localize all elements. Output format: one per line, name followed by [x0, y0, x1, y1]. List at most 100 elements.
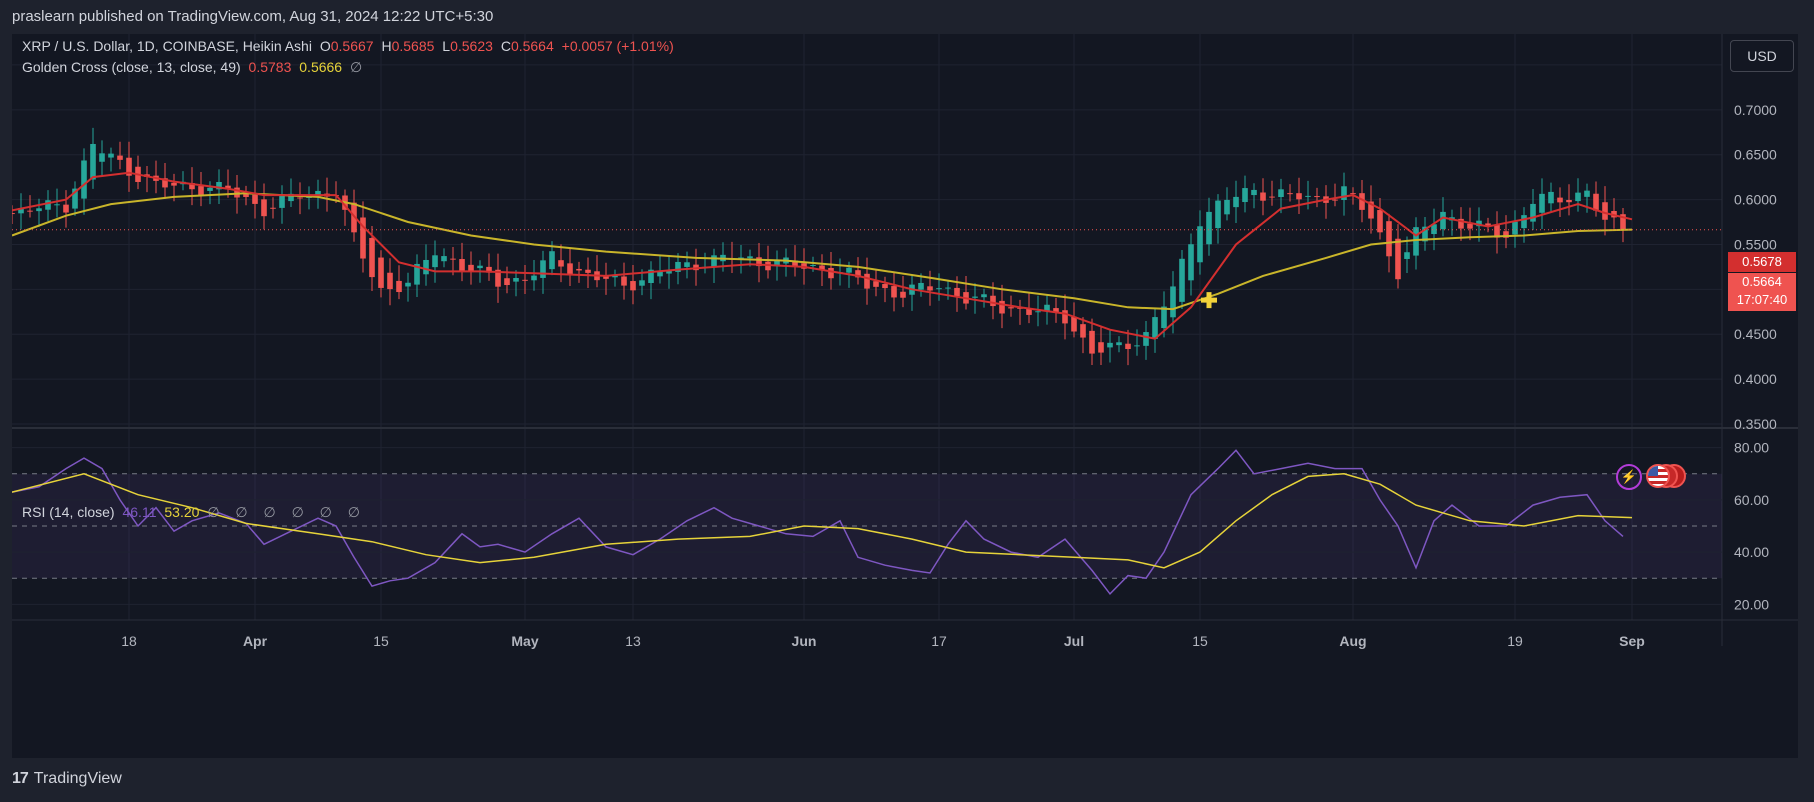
- us-flag-events-icon[interactable]: [1646, 464, 1686, 488]
- ohlc-close: 0.5664: [510, 38, 554, 54]
- candle-up: [711, 255, 717, 268]
- candle-down: [297, 197, 303, 199]
- candle-up: [1413, 227, 1419, 256]
- us-flag-icon: [1646, 464, 1670, 488]
- candle-down: [1593, 193, 1599, 211]
- candle-up: [1440, 211, 1446, 230]
- candle-down: [882, 284, 888, 289]
- candle-up: [936, 288, 942, 290]
- candle-up: [90, 143, 96, 180]
- price-tick-label: 0.5500: [1734, 236, 1777, 252]
- candle-up: [1575, 192, 1581, 202]
- ohlc-high: 0.5685: [391, 38, 435, 54]
- golden-cross-legend[interactable]: Golden Cross (close, 13, close, 49) 0.57…: [22, 59, 366, 76]
- candle-up: [918, 282, 924, 290]
- candle-down: [630, 281, 636, 291]
- candle-up: [1404, 252, 1410, 259]
- candle-down: [1098, 342, 1104, 353]
- footer-brand: TradingView: [33, 770, 122, 787]
- candle-down: [252, 194, 258, 204]
- candle-up: [477, 265, 483, 269]
- candle-up: [441, 256, 447, 262]
- candle-down: [468, 264, 474, 272]
- candle-up: [1584, 190, 1590, 197]
- candle-up: [684, 262, 690, 267]
- price-tick-label: 0.4000: [1734, 371, 1777, 387]
- candle-down: [450, 258, 456, 260]
- candle-up: [1233, 196, 1239, 208]
- candle-up: [405, 282, 411, 287]
- candle-down: [1125, 343, 1131, 350]
- candle-up: [1107, 342, 1113, 348]
- main-legend[interactable]: XRP / U.S. Dollar, 1D, COINBASE, Heikin …: [22, 38, 678, 54]
- candle-down: [567, 263, 573, 275]
- time-tick-label: Jun: [792, 633, 817, 649]
- rsi-legend[interactable]: RSI (14, close) 46.11 53.20 ∅ ∅ ∅ ∅ ∅ ∅: [22, 504, 370, 521]
- time-tick-label: Aug: [1339, 633, 1366, 649]
- candle-down: [1296, 193, 1302, 200]
- time-tick-label: Sep: [1619, 633, 1645, 649]
- golden-cross-fast-value: 0.5783: [248, 59, 292, 75]
- footer[interactable]: 17 TradingView: [12, 770, 122, 788]
- candle-up: [1242, 188, 1248, 203]
- candle-down: [1350, 193, 1356, 195]
- candle-up: [945, 287, 951, 289]
- tradingview-logo-icon: 17: [12, 770, 29, 787]
- candle-up: [1188, 244, 1194, 281]
- candle-down: [1287, 193, 1293, 195]
- candle-down: [1395, 238, 1401, 280]
- candle-down: [378, 257, 384, 288]
- time-tick-label: 15: [1192, 633, 1208, 649]
- candle-up: [1512, 221, 1518, 235]
- candle-down: [1080, 324, 1086, 338]
- candle-down: [576, 268, 582, 271]
- candle-up: [513, 277, 519, 282]
- ohlc-high-label: H: [381, 38, 392, 54]
- candle-down: [12, 213, 15, 215]
- candle-down: [621, 276, 627, 286]
- candle-down: [1467, 223, 1473, 229]
- time-tick-label: 19: [1507, 633, 1523, 649]
- price-tick-label: 0.6500: [1734, 147, 1777, 163]
- rsi-label: RSI (14, close): [22, 504, 115, 520]
- candle-down: [1332, 199, 1338, 201]
- candle-up: [1170, 286, 1176, 318]
- candle-down: [585, 269, 591, 273]
- candle-down: [954, 287, 960, 297]
- candle-down: [270, 207, 276, 209]
- candle-down: [504, 278, 510, 286]
- chart-canvas[interactable]: 0.35000.40000.45000.50000.55000.60000.65…: [12, 34, 1798, 758]
- candle-up: [36, 208, 42, 212]
- candle-down: [522, 279, 528, 281]
- candle-up: [1206, 211, 1212, 245]
- price-tick-label: 0.3500: [1734, 416, 1777, 432]
- candle-down: [63, 204, 69, 213]
- time-tick-label: 18: [121, 633, 137, 649]
- rsi-ma-value: 53.20: [164, 504, 200, 520]
- candle-up: [1143, 332, 1149, 346]
- candle-down: [1386, 221, 1392, 257]
- fast-ma-price-tag: 0.5678: [1728, 252, 1796, 272]
- countdown-value: 17:07:40: [1736, 292, 1788, 307]
- ohlc-open-label: O: [319, 38, 331, 54]
- candle-up: [846, 267, 852, 273]
- last-price-value: 0.5664: [1742, 274, 1782, 289]
- candle-down: [891, 286, 897, 298]
- currency-button[interactable]: USD: [1730, 40, 1794, 72]
- candle-up: [81, 160, 87, 199]
- candle-down: [369, 238, 375, 278]
- candle-up: [1251, 189, 1257, 196]
- candle-down: [1269, 196, 1275, 198]
- candle-down: [1008, 307, 1014, 309]
- candle-down: [999, 300, 1005, 314]
- candle-up: [108, 153, 114, 158]
- candle-up: [549, 251, 555, 270]
- ohlc-close-label: C: [500, 38, 511, 54]
- candle-up: [1278, 189, 1284, 198]
- ohlc-change: +0.0057 (+1.01%): [561, 38, 674, 54]
- candle-up: [972, 296, 978, 298]
- lightning-icon[interactable]: ⚡: [1616, 464, 1642, 490]
- candle-down: [171, 182, 177, 186]
- last-price-tag: 0.5664 17:07:40: [1728, 273, 1796, 311]
- rsi-tick-label: 40.00: [1734, 544, 1769, 560]
